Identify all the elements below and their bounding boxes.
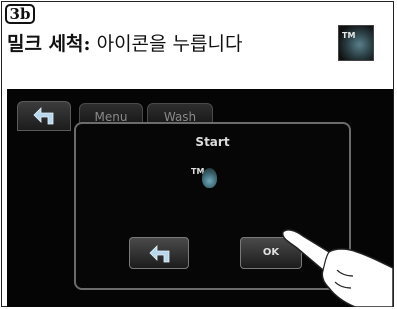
milk-clean-icon: TM (191, 165, 221, 191)
dialog-title: Start (195, 135, 230, 149)
instruction-bold: 밀크 세척: (7, 33, 91, 55)
instruction-rest: 아이콘을 누릅니다 (90, 33, 243, 55)
step-badge: 3b (5, 4, 35, 24)
back-button[interactable] (129, 237, 189, 269)
back-arrow-icon (33, 107, 54, 125)
icon-mark: TM (342, 31, 356, 40)
instruction-frame: 3b 밀크 세척: 아이콘을 누릅니다 TM Menu Wash Start T… (1, 1, 394, 307)
back-tab[interactable] (17, 101, 71, 131)
device-screen: Menu Wash Start TM OK (7, 89, 393, 307)
milk-clean-icon: TM (338, 25, 374, 61)
back-arrow-icon (149, 245, 170, 263)
pointing-hand-icon (281, 229, 393, 307)
cup-shape (202, 168, 217, 188)
instruction-text: 밀크 세척: 아이콘을 누릅니다 (7, 31, 242, 57)
